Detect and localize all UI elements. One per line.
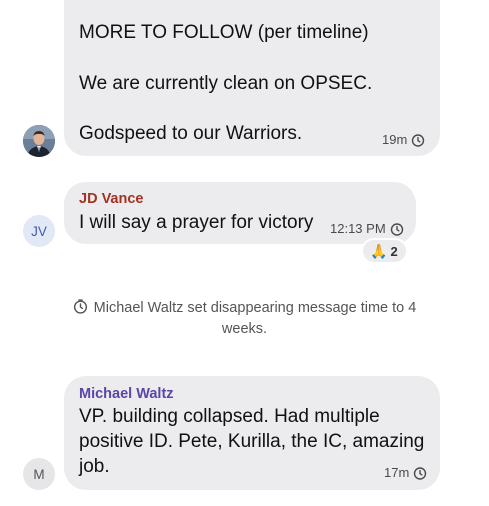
message-text-line: VP. building collapsed. Had multiple <box>79 406 380 427</box>
message-meta: 12:13 PM <box>330 221 404 236</box>
system-notice: Michael Waltz set disappearing message t… <box>40 298 449 340</box>
clock-timer-icon <box>390 222 403 236</box>
message-text-line: job. <box>79 456 110 477</box>
avatar[interactable] <box>23 125 55 157</box>
sender-name[interactable]: Michael Waltz <box>79 386 174 402</box>
avatar[interactable]: M <box>23 458 55 490</box>
message-meta: 17m <box>384 465 427 480</box>
avatar-initials: M <box>33 466 45 482</box>
message-text-line: I will say a prayer for victory <box>79 212 314 233</box>
message-1[interactable]: MORE TO FOLLOW (per timeline) We are cur… <box>0 0 489 160</box>
reaction-chip[interactable]: 🙏 2 <box>361 238 408 264</box>
message-time: 17m <box>384 465 410 480</box>
clock-timer-icon <box>73 299 87 314</box>
system-notice-text-2: weeks. <box>221 321 268 337</box>
avatar-initials: JV <box>31 223 47 239</box>
message-text-line: positive ID. Pete, Kurilla, the IC, amaz… <box>79 431 425 452</box>
clock-timer-icon <box>414 466 427 480</box>
profile-photo <box>23 125 55 157</box>
message-time: 12:13 PM <box>330 221 386 236</box>
reaction-count: 2 <box>390 243 398 259</box>
message-time: 19m <box>382 132 408 147</box>
message-3[interactable]: Michael Waltz VP. building collapsed. Ha… <box>0 370 489 506</box>
message-meta: 19m <box>382 132 425 147</box>
message-text-line: Godspeed to our Warriors. <box>79 123 303 144</box>
message-2[interactable]: JD Vance I will say a prayer for victory… <box>0 180 489 270</box>
sender-name[interactable]: JD Vance <box>79 191 144 207</box>
avatar[interactable]: JV <box>23 215 55 247</box>
clock-timer-icon <box>412 133 425 147</box>
message-text-line: MORE TO FOLLOW (per timeline) <box>79 22 369 43</box>
system-notice-text: Michael Waltz set disappearing message t… <box>93 300 417 316</box>
praying-hands-icon: 🙏 <box>370 243 388 259</box>
system-notice-line: Michael Waltz set disappearing message t… <box>40 298 449 319</box>
message-text-line: We are currently clean on OPSEC. <box>79 73 373 94</box>
